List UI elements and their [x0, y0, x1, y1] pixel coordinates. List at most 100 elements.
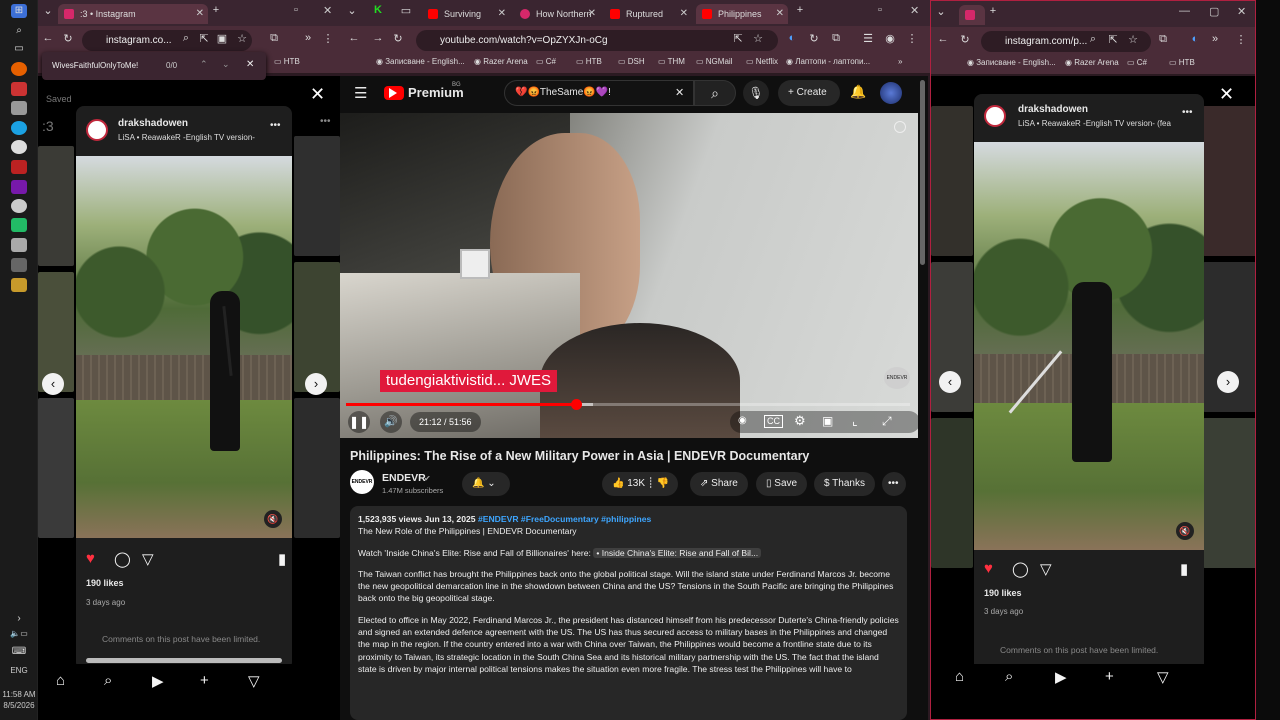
- more-options-icon[interactable]: •••: [1182, 107, 1193, 118]
- close-window-icon[interactable]: ✕: [910, 4, 919, 17]
- back-icon[interactable]: ←: [346, 32, 362, 44]
- app-icon[interactable]: [11, 218, 27, 232]
- search-input[interactable]: 💔😡TheSame😡💜! ✕: [504, 80, 694, 106]
- channel-name[interactable]: ENDEVR: [382, 472, 426, 484]
- pause-button-icon[interactable]: ❚❚: [348, 411, 370, 433]
- close-window-icon[interactable]: ✕: [1237, 5, 1246, 18]
- channel-watermark[interactable]: ENDEVR: [884, 367, 910, 389]
- close-modal-icon[interactable]: ✕: [1219, 84, 1234, 105]
- prev-post-icon[interactable]: ‹: [939, 371, 961, 393]
- close-tab-icon[interactable]: ✕: [588, 4, 596, 24]
- thanks-button[interactable]: $ Thanks: [814, 472, 875, 496]
- volume-icon[interactable]: 🔊: [380, 411, 402, 433]
- bookmark-item[interactable]: ◉ Записване - English...: [376, 57, 465, 66]
- scrollbar[interactable]: [86, 658, 282, 663]
- grid-tile[interactable]: [931, 106, 973, 256]
- search-button[interactable]: ⌕: [694, 80, 736, 106]
- star-icon[interactable]: ☆: [1125, 33, 1141, 46]
- app-icon[interactable]: [11, 101, 27, 115]
- more-chevron-icon[interactable]: »: [1207, 33, 1223, 45]
- grid-tile[interactable]: [38, 146, 74, 266]
- bookmark-item[interactable]: ◉ Лаптопи - лаптопи...: [786, 57, 870, 66]
- extensions-icon[interactable]: ⧉: [1155, 33, 1171, 46]
- firefox-icon[interactable]: [11, 62, 27, 76]
- extension-icon[interactable]: ◐: [1187, 33, 1203, 45]
- page-scrollbar[interactable]: [920, 80, 925, 265]
- close-tab-icon[interactable]: ✕: [680, 4, 688, 24]
- menu-icon[interactable]: ⋮: [320, 32, 336, 45]
- prev-post-icon[interactable]: ‹: [42, 373, 64, 395]
- reload-icon[interactable]: ↻: [390, 32, 406, 45]
- mute-icon[interactable]: 🔇: [264, 510, 282, 528]
- search-icon[interactable]: ⌕: [11, 24, 27, 38]
- search-icon[interactable]: ⌕: [1005, 668, 1013, 685]
- profile-icon[interactable]: ◉: [882, 32, 898, 45]
- reader-icon[interactable]: ▣: [214, 32, 230, 45]
- close-window-icon[interactable]: ✕: [323, 4, 332, 17]
- grid-tile[interactable]: [294, 398, 340, 538]
- tab-how-northern[interactable]: How Northern ✕: [514, 4, 600, 24]
- comment-icon[interactable]: ◯: [1012, 560, 1029, 578]
- volume-icon[interactable]: 🔈▭: [5, 627, 33, 641]
- avatar[interactable]: [86, 119, 108, 141]
- activity-icon[interactable]: ▽: [1157, 668, 1169, 686]
- more-options-icon[interactable]: •••: [320, 116, 331, 127]
- address-bar[interactable]: youtube.com/watch?v=OpZYXJn-oCg: [416, 30, 778, 51]
- keyboard-icon[interactable]: ⌨: [11, 645, 27, 659]
- find-prev-icon[interactable]: ⌃: [200, 59, 208, 70]
- avatar[interactable]: [984, 105, 1006, 127]
- maximize-icon[interactable]: ▢: [1209, 5, 1219, 18]
- activity-icon[interactable]: ▽: [248, 672, 260, 690]
- chrome-active-icon[interactable]: [11, 278, 27, 292]
- bookmark-item[interactable]: ◉ Razer Arena: [474, 57, 528, 66]
- bookmark-item[interactable]: ▭ HTB: [1169, 58, 1195, 67]
- bookmark-icon[interactable]: ▮: [1180, 560, 1188, 578]
- new-tab-icon[interactable]: +: [792, 4, 808, 16]
- bookmark-icon[interactable]: ▮: [278, 550, 286, 568]
- comment-icon[interactable]: ◯: [114, 550, 131, 568]
- app-icon[interactable]: [11, 258, 27, 272]
- extensions-icon[interactable]: ⧉: [828, 32, 844, 45]
- next-post-icon[interactable]: ›: [305, 373, 327, 395]
- zoom-icon[interactable]: ⌕: [1085, 33, 1101, 46]
- bookmark-item[interactable]: ▭ C#: [536, 57, 556, 66]
- post-video[interactable]: 🔇: [974, 142, 1204, 550]
- info-icon[interactable]: [894, 121, 906, 133]
- find-close-icon[interactable]: ✕: [246, 59, 254, 70]
- save-button[interactable]: ▯ Save: [756, 472, 808, 496]
- bookmark-item[interactable]: ▭ C#: [1127, 58, 1147, 67]
- like-icon[interactable]: ♥: [86, 550, 95, 567]
- home-icon[interactable]: ⌂: [56, 672, 65, 689]
- more-actions-icon[interactable]: •••: [882, 472, 906, 496]
- app-icon[interactable]: [11, 82, 27, 96]
- grid-tile[interactable]: [931, 418, 973, 568]
- tab-search-icon[interactable]: ⌄: [933, 5, 949, 18]
- subscribed-bell-button[interactable]: 🔔 ⌄: [462, 472, 510, 496]
- minimize-icon[interactable]: ▫: [878, 4, 882, 16]
- star-icon[interactable]: ☆: [750, 32, 766, 45]
- mute-icon[interactable]: 🔇: [1176, 522, 1194, 540]
- like-button[interactable]: 👍 13K ┊ 👎: [602, 472, 678, 496]
- post-audio[interactable]: LiSA • ReawakeR -English TV version-: [118, 133, 255, 142]
- tab-philippines[interactable]: Philippines ✕: [696, 4, 788, 24]
- progress-track[interactable]: [346, 399, 910, 410]
- grid-tile[interactable]: [294, 136, 340, 256]
- reload-icon[interactable]: ↻: [957, 33, 973, 46]
- post-video[interactable]: 🔇: [76, 156, 292, 538]
- find-input[interactable]: WivesFaithfulOnlyToMe!: [52, 61, 138, 70]
- tab-instagram[interactable]: :3 • Instagram ✕: [58, 4, 208, 24]
- extensions-icon[interactable]: ⧉: [266, 32, 282, 45]
- start-icon[interactable]: ⊞: [11, 4, 27, 18]
- bookmark-htb[interactable]: ▭ HTB: [274, 57, 300, 66]
- minimize-icon[interactable]: —: [1179, 5, 1190, 17]
- likes-count[interactable]: 190 likes: [984, 588, 1022, 598]
- grid-tile[interactable]: [1203, 418, 1255, 568]
- opera-icon[interactable]: [11, 160, 27, 174]
- next-post-icon[interactable]: ›: [1217, 371, 1239, 393]
- post-username[interactable]: drakshadowen: [118, 118, 188, 129]
- share-icon[interactable]: ⇱: [1105, 33, 1121, 46]
- bookmark-item[interactable]: ▭ DSH: [618, 57, 645, 66]
- share-icon[interactable]: ⇱: [196, 32, 212, 45]
- more-bookmarks-icon[interactable]: »: [898, 57, 902, 66]
- post-audio[interactable]: LiSA • ReawakeR -English TV version- (fe…: [1018, 119, 1171, 128]
